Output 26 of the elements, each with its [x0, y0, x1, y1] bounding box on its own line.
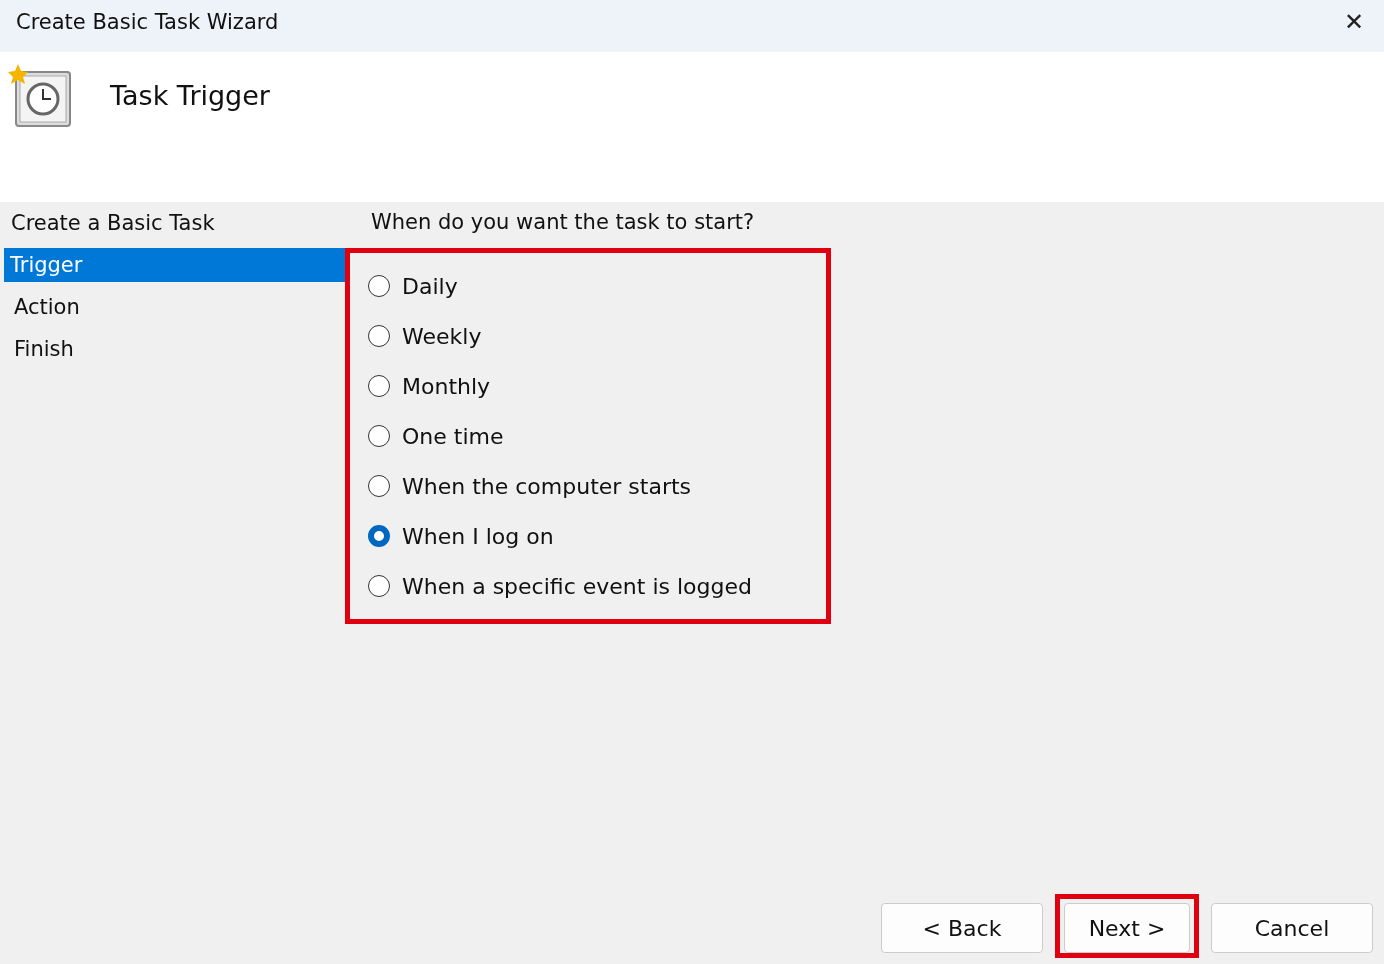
radio-label[interactable]: Monthly [402, 373, 491, 399]
wizard-step[interactable]: Finish [4, 328, 345, 370]
radio-label[interactable]: When the computer starts [402, 473, 692, 499]
page-title: Task Trigger [110, 80, 270, 111]
question-text: When do you want the task to start? [371, 210, 756, 236]
wizard-button[interactable]: Next > [1064, 903, 1190, 953]
window-title: Create Basic Task Wizard [16, 10, 279, 34]
wizard-button[interactable]: Cancel [1211, 903, 1373, 953]
wizard-step[interactable]: Create a Basic Task [0, 202, 345, 244]
radio-button[interactable] [368, 425, 390, 447]
radio-label[interactable]: When a specific event is logged [402, 573, 752, 599]
wizard-step[interactable]: Action [4, 286, 345, 328]
radio-button[interactable] [368, 325, 390, 347]
radio-button[interactable] [368, 525, 390, 547]
radio-button[interactable] [368, 475, 390, 497]
radio-label[interactable]: When I log on [402, 523, 554, 549]
close-button[interactable]: ✕ [1339, 8, 1368, 36]
clock-icon [8, 64, 74, 130]
radio-button[interactable] [368, 375, 390, 397]
wizard-step[interactable]: Trigger [4, 248, 345, 282]
radio-label[interactable]: Weekly [402, 323, 482, 349]
radio-label[interactable]: Daily [402, 273, 458, 299]
wizard-button[interactable]: < Back [881, 903, 1043, 953]
radio-button[interactable] [368, 275, 390, 297]
radio-button[interactable] [368, 575, 390, 597]
radio-label[interactable]: One time [402, 423, 504, 449]
